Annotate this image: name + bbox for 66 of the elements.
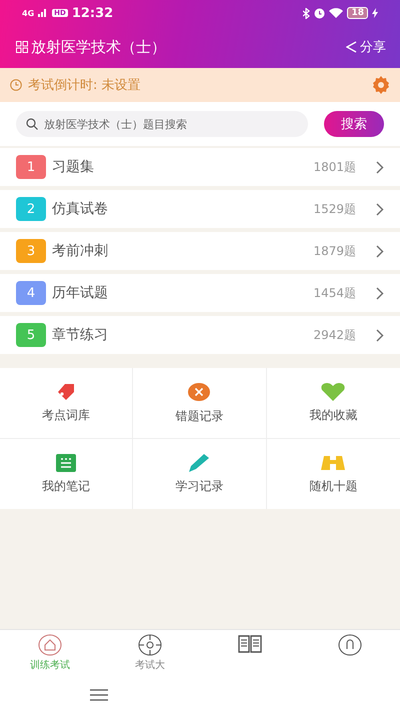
clock-icon [10,79,22,91]
tool-label: 我的收藏 [309,406,358,424]
wifi-icon [329,8,344,18]
battery-level: 18 [347,7,368,19]
page-title: 放射医学技术（士） [31,38,166,56]
book-icon [238,634,262,654]
number-badge: 4 [16,281,46,305]
chevron-right-icon [376,328,384,342]
tool-tile[interactable]: 我的笔记 [0,439,134,509]
question-count: 1529题 [313,200,356,218]
search-button[interactable]: 搜索 [324,111,384,137]
target-icon [138,634,162,656]
tool-tile[interactable]: 学习记录 [133,439,267,509]
menu-icon[interactable] [90,688,108,700]
tab-label: 训练考试 [30,658,70,672]
charging-icon [372,8,378,18]
category-row[interactable]: 5 章节练习 2942题 [0,316,400,354]
clock-time: 12:32 [72,6,114,20]
share-icon[interactable] [346,41,357,53]
home-icon [38,634,62,656]
chevron-right-icon [376,286,384,300]
signal-icon [38,9,48,17]
grid-icon[interactable] [16,41,28,53]
category-row[interactable]: 1 习题集 1801题 [0,148,400,186]
question-count: 1801题 [313,158,356,176]
category-name: 习题集 [52,158,95,176]
note-icon [56,454,76,472]
question-count: 2942题 [313,326,356,344]
tool-label: 考点词库 [42,406,90,424]
category-name: 章节练习 [52,326,109,344]
tool-tile[interactable]: 错题记录 [133,368,267,439]
tool-tile[interactable]: 我的收藏 [266,368,400,439]
number-badge: 5 [16,323,46,347]
tab-label: 考试大 [135,658,165,672]
pencil-icon [188,454,210,472]
number-badge: 3 [16,239,46,263]
search-field[interactable]: 放射医学技术（士）题目搜索 [16,111,308,137]
chevron-right-icon [376,202,384,216]
question-count: 1454题 [313,284,356,302]
number-badge: 2 [16,197,46,221]
tool-label: 学习记录 [175,478,224,494]
chevron-right-icon [376,244,384,258]
tool-label: 我的笔记 [42,478,90,494]
bottom-tab[interactable]: 考试大 [100,630,200,678]
close-circle-icon [188,382,210,402]
category-name: 历年试题 [52,284,109,302]
alarm-icon [314,8,326,18]
category-row[interactable]: 3 考前冲刺 1879题 [0,232,400,270]
chevron-right-icon [376,160,384,174]
number-badge: 1 [16,155,46,179]
category-name: 仿真试卷 [52,200,109,218]
tool-tile[interactable]: 随机十题 [266,439,400,509]
category-row[interactable]: 4 历年试题 1454题 [0,274,400,312]
countdown-text: 考试倒计时: 未设置 [28,77,141,94]
tool-label: 错题记录 [175,408,224,424]
bluetooth-icon [303,8,310,18]
question-count: 1879题 [313,242,356,260]
search-icon [26,118,38,130]
tool-label: 随机十题 [309,478,358,494]
category-row[interactable]: 2 仿真试卷 1529题 [0,190,400,228]
tool-tile[interactable]: 考点词库 [0,368,134,439]
heart-icon [321,382,346,400]
share-link[interactable]: 分享 [360,38,386,56]
tag-icon [56,382,76,400]
category-name: 考前冲刺 [52,242,109,260]
network-type: 4G [22,8,34,18]
